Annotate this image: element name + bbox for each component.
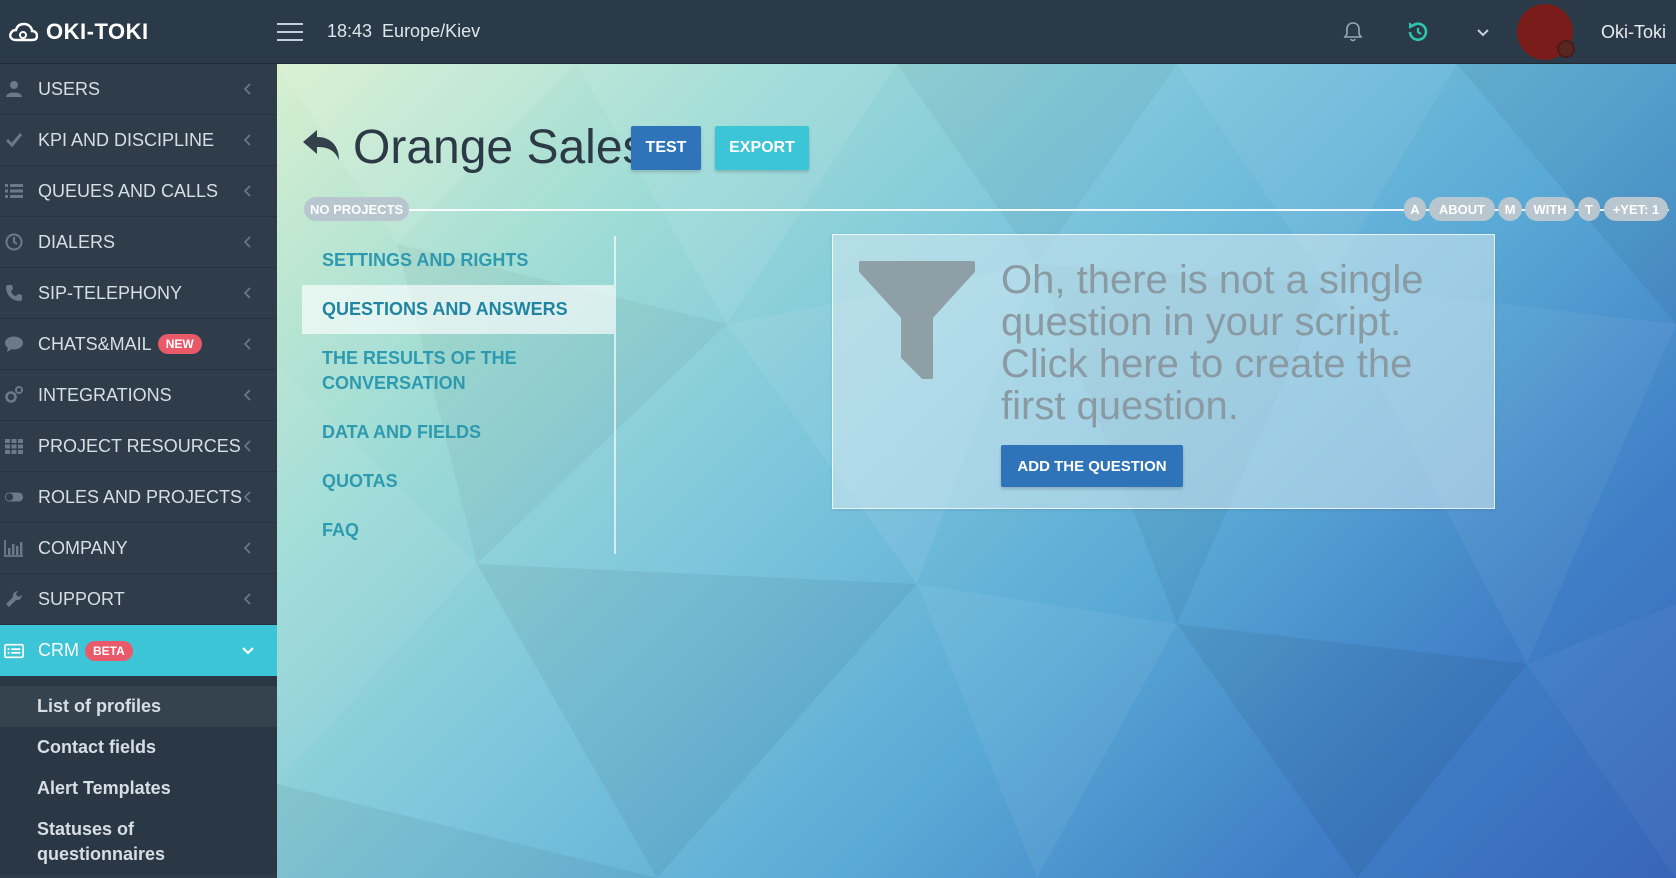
- sidebar-item-label: KPI AND DISCIPLINE: [38, 129, 215, 150]
- username[interactable]: Oki-Toki: [1601, 22, 1666, 43]
- pill-t[interactable]: T: [1578, 197, 1600, 221]
- sidebar: USERS KPI AND DISCIPLINE QUEUES AND CALL…: [0, 64, 277, 878]
- grid-icon: [5, 439, 23, 454]
- sidebar-item-integrations[interactable]: INTEGRATIONS: [0, 370, 277, 421]
- sidebar-item-label: QUEUES AND CALLS: [38, 180, 219, 201]
- sidebar-item-kpi[interactable]: KPI AND DISCIPLINE: [0, 115, 277, 166]
- tab-questions-and-answers[interactable]: QUESTIONS AND ANSWERS: [302, 285, 614, 334]
- chevron-left-icon: [243, 134, 251, 146]
- pill-about[interactable]: ABOUT: [1429, 197, 1495, 221]
- sidebar-item-queues[interactable]: QUEUES AND CALLS: [0, 166, 277, 217]
- logo-text: OKI-TOKI: [46, 18, 149, 44]
- pill-a[interactable]: A: [1404, 197, 1426, 221]
- back-arrow-icon[interactable]: [301, 124, 343, 164]
- bar-chart-icon: [4, 540, 23, 557]
- timezone: Europe/Kiev: [382, 21, 481, 41]
- beta-badge: BETA: [85, 640, 133, 661]
- chevron-down-icon: [242, 646, 254, 654]
- chevron-left-icon: [243, 542, 251, 554]
- test-button[interactable]: TEST: [631, 126, 701, 170]
- sidebar-item-label: INTEGRATIONS: [38, 384, 172, 405]
- bell-icon[interactable]: [1341, 20, 1365, 44]
- export-button[interactable]: EXPORT: [715, 126, 809, 170]
- chevron-left-icon: [243, 236, 251, 248]
- main-content: Orange Sales TEST EXPORT NO PROJECTS A A…: [277, 64, 1676, 878]
- sidebar-item-dialers[interactable]: DIALERS: [0, 217, 277, 268]
- sidebar-item-chats-mail[interactable]: CHATS&MAIL NEW: [0, 319, 277, 370]
- tab-data-and-fields[interactable]: DATA AND FIELDS: [302, 408, 614, 457]
- list-icon: [5, 184, 23, 198]
- sidebar-item-users[interactable]: USERS: [0, 64, 277, 115]
- sidebar-item-label: PROJECT RESOURCES: [38, 435, 241, 456]
- submenu-list-of-profiles[interactable]: List of profiles: [0, 686, 277, 727]
- sidebar-item-label: CHATS&MAIL: [38, 333, 152, 354]
- pill-with[interactable]: WITH: [1525, 197, 1575, 221]
- sidebar-item-support[interactable]: SUPPORT: [0, 574, 277, 625]
- sidebar-item-label: COMPANY: [38, 537, 128, 558]
- tab-results-of-conversation[interactable]: THE RESULTS OF THE CONVERSATION: [302, 334, 614, 408]
- sidebar-item-label: SIP-TELEPHONY: [38, 282, 183, 303]
- avatar[interactable]: [1516, 4, 1575, 60]
- history-refresh-icon[interactable]: [1405, 19, 1431, 45]
- cloud-logo-icon: [9, 22, 38, 41]
- sidebar-item-label: SUPPORT: [38, 588, 125, 609]
- toggle-icon: [4, 492, 24, 502]
- sidebar-item-company[interactable]: COMPANY: [0, 523, 277, 574]
- chevron-left-icon: [243, 491, 251, 503]
- check-icon: [5, 133, 23, 148]
- tab-quotas[interactable]: QUOTAS: [302, 457, 614, 506]
- logo[interactable]: OKI-TOKI: [0, 0, 277, 64]
- wrench-icon: [6, 590, 23, 607]
- tab-faq[interactable]: FAQ: [302, 506, 614, 555]
- sidebar-item-label: DIALERS: [38, 231, 116, 252]
- gears-icon: [5, 386, 23, 403]
- submenu-contact-fields[interactable]: Contact fields: [0, 727, 277, 768]
- sidebar-item-label: CRM: [38, 640, 79, 660]
- tab-settings-and-rights[interactable]: SETTINGS AND RIGHTS: [302, 236, 614, 285]
- add-question-button[interactable]: ADD THE QUESTION: [1001, 445, 1183, 487]
- chevron-left-icon: [243, 83, 251, 95]
- script-tabs: SETTINGS AND RIGHTS QUESTIONS AND ANSWER…: [302, 236, 616, 554]
- pill-m[interactable]: M: [1498, 197, 1522, 221]
- empty-message[interactable]: Oh, there is not a single question in yo…: [1001, 259, 1471, 427]
- crm-icon: [4, 643, 24, 658]
- sidebar-item-label: ROLES AND PROJECTS: [38, 486, 243, 507]
- chevron-left-icon: [243, 593, 251, 605]
- sidebar-item-crm[interactable]: CRM BETA: [0, 625, 277, 676]
- pill-yet[interactable]: +YET: 1: [1604, 197, 1668, 221]
- chat-icon: [5, 336, 23, 352]
- submenu-alert-templates[interactable]: Alert Templates: [0, 768, 277, 809]
- phone-icon: [6, 285, 22, 301]
- no-projects-pill[interactable]: NO PROJECTS: [304, 197, 410, 221]
- submenu-statuses-of-questionnaires[interactable]: Statuses of questionnaires: [0, 809, 277, 875]
- empty-questions-panel[interactable]: Oh, there is not a single question in yo…: [832, 234, 1495, 509]
- funnel-icon: [859, 261, 975, 379]
- page-title: Orange Sales: [353, 121, 647, 174]
- sidebar-item-label: USERS: [38, 78, 101, 99]
- crm-submenu: List of profiles Contact fields Alert Te…: [0, 676, 277, 875]
- sidebar-item-roles-projects[interactable]: ROLES AND PROJECTS: [0, 472, 277, 523]
- clock-icon: [5, 233, 23, 251]
- user-icon: [6, 81, 22, 97]
- status-dot: [1556, 40, 1575, 58]
- chevron-left-icon: [243, 338, 251, 350]
- clock-time: 18:43: [327, 21, 373, 41]
- chevron-down-icon[interactable]: [1475, 24, 1491, 40]
- chevron-left-icon: [243, 440, 251, 452]
- hamburger-menu-icon[interactable]: [277, 22, 303, 41]
- top-bar: OKI-TOKI 18:43 Europe/Kiev Oki-Toki: [0, 0, 1676, 64]
- chevron-left-icon: [243, 185, 251, 197]
- new-badge: NEW: [157, 334, 202, 354]
- sidebar-item-project-resources[interactable]: PROJECT RESOURCES: [0, 421, 277, 472]
- chevron-left-icon: [243, 287, 251, 299]
- sidebar-item-sip-telephony[interactable]: SIP-TELEPHONY: [0, 268, 277, 319]
- chevron-left-icon: [243, 389, 251, 401]
